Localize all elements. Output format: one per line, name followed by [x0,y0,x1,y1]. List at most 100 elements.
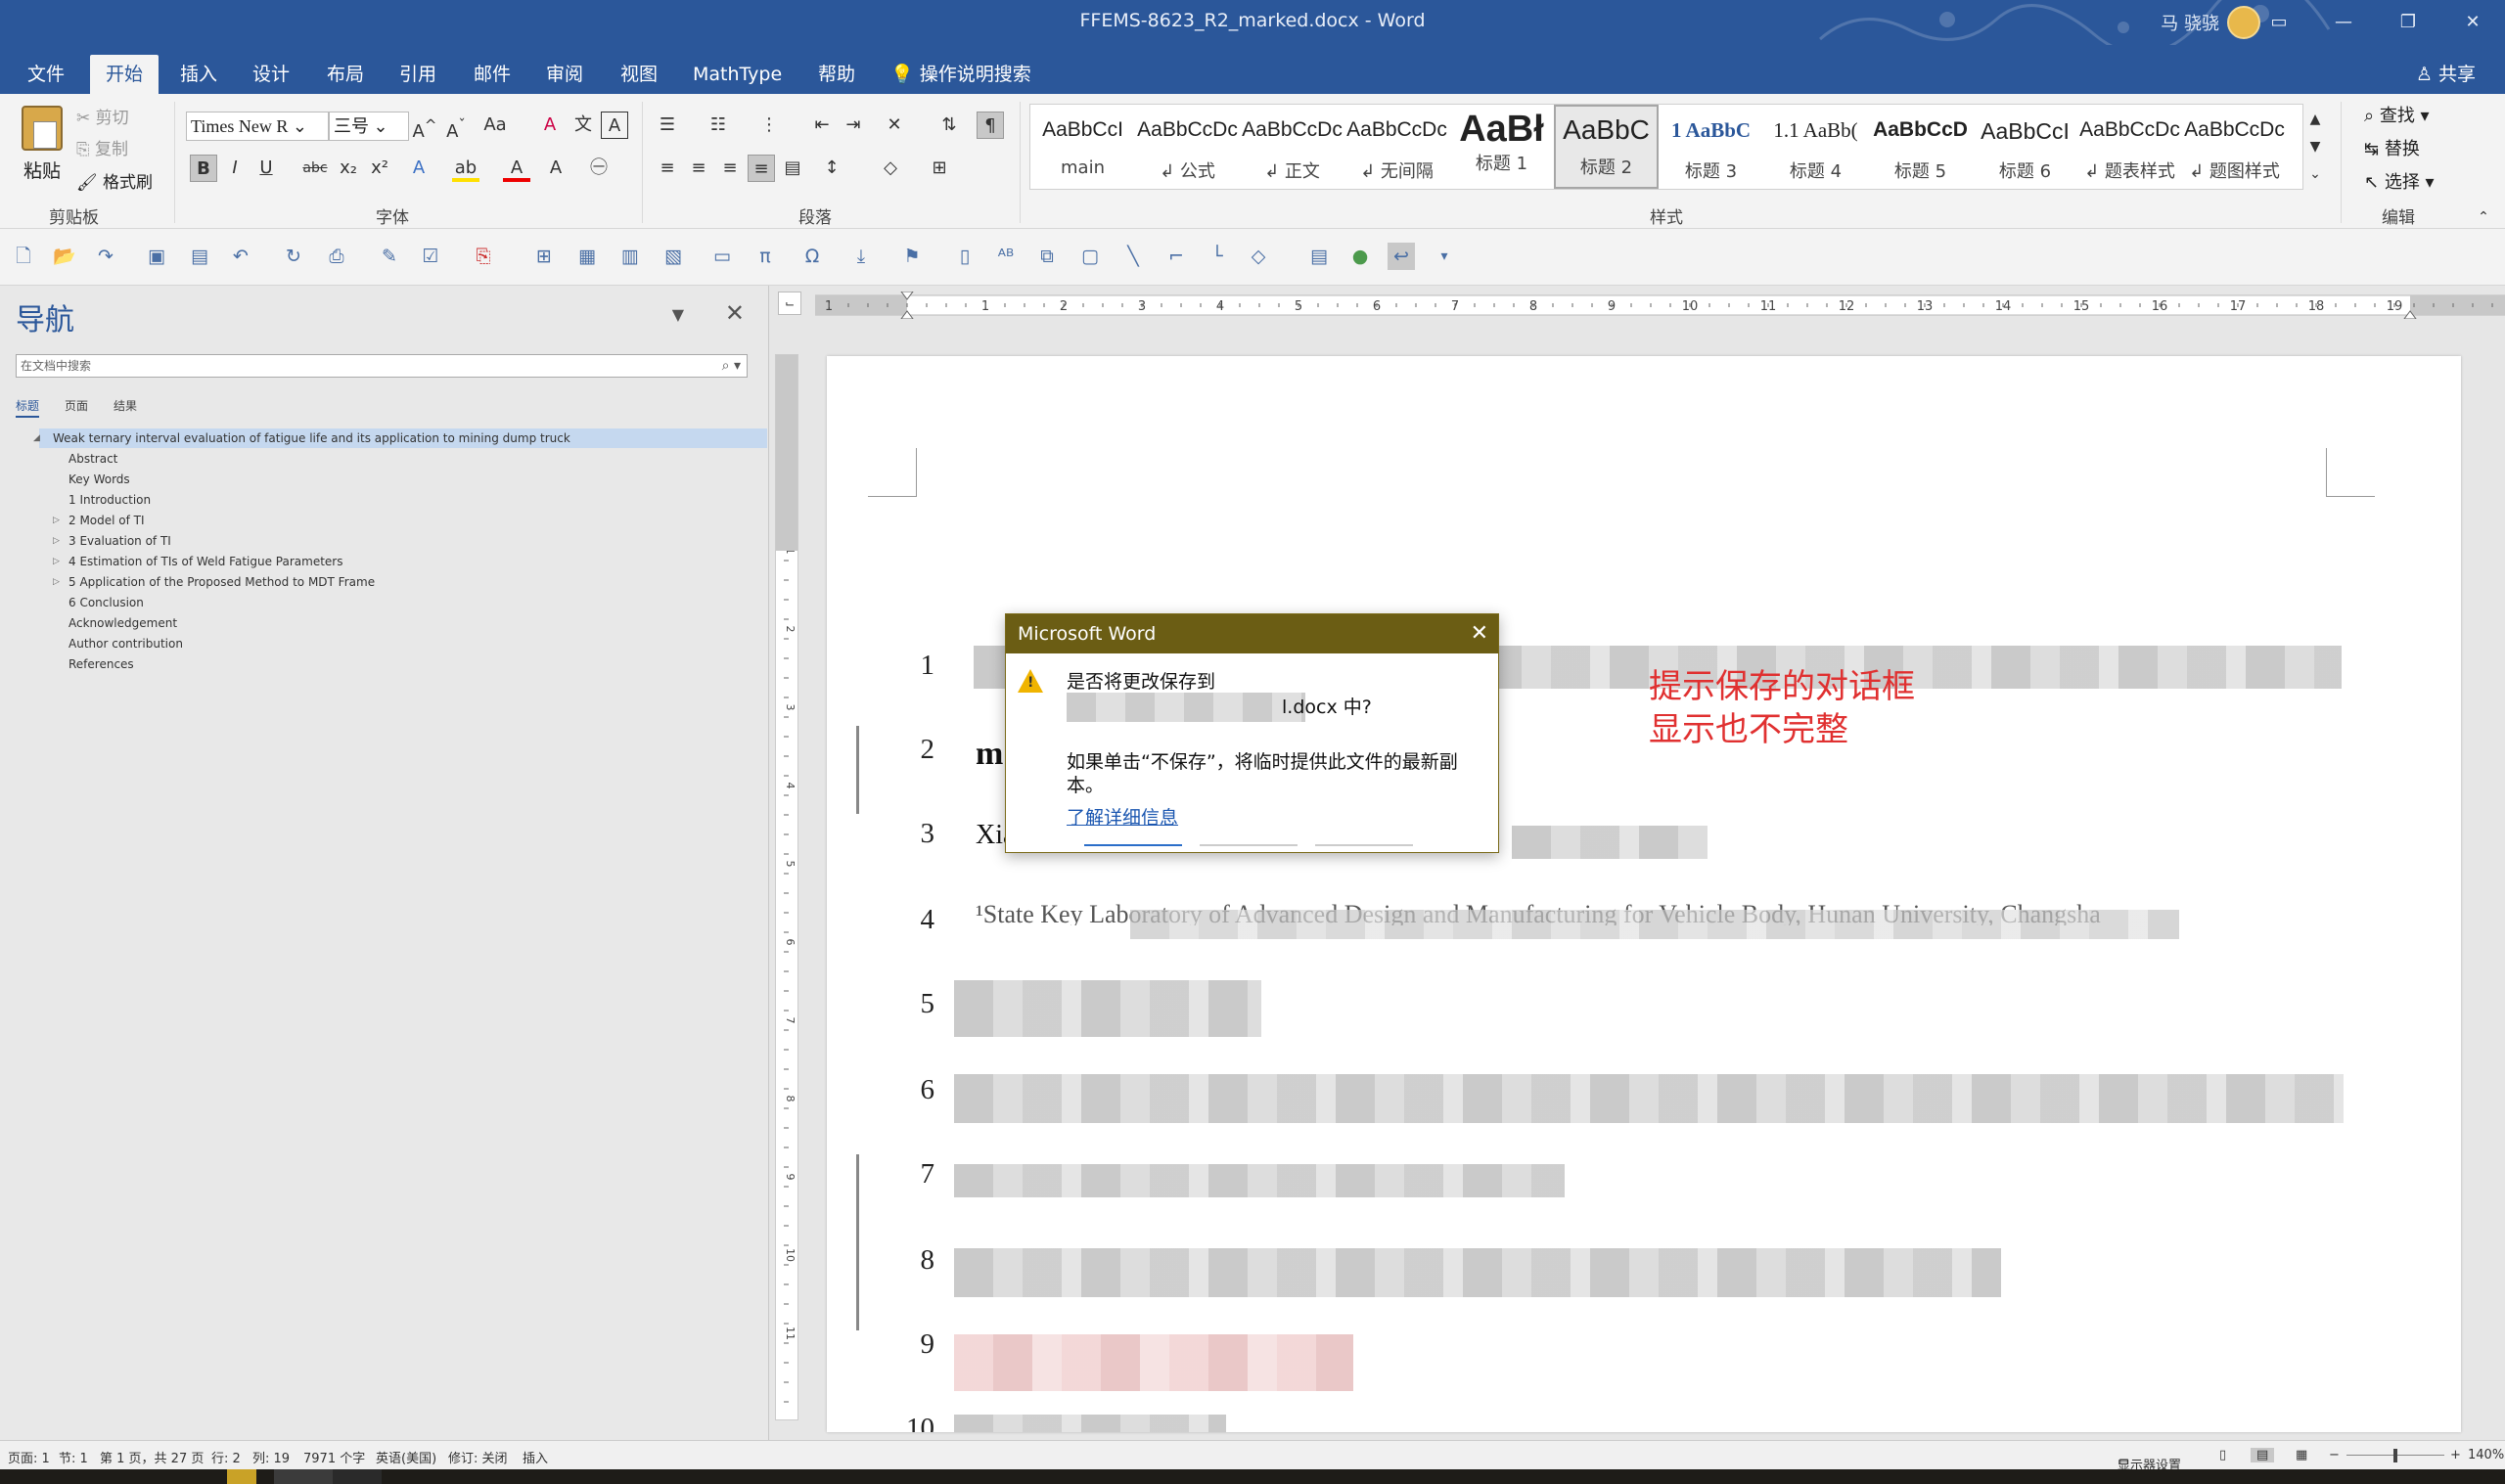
text-effects-icon[interactable]: A [405,155,433,182]
nav-heading-item[interactable]: ◢ Weak ternary interval evaluation of fat… [33,428,767,448]
replace-button[interactable]: ↹ 替换 [2364,135,2420,160]
shapes-icon[interactable]: ◇ [1245,243,1272,270]
style-item[interactable]: AaBł 标题 1 [1449,105,1554,189]
minimize-button[interactable]: — [2321,0,2366,45]
dialog-close-icon[interactable]: ✕ [1471,614,1488,653]
textbox-icon[interactable]: ▭ [708,243,736,270]
style-item-selected[interactable]: AaBbC 标题 2 [1554,105,1659,189]
dialog-save-button-clipped[interactable] [1084,844,1182,854]
bullets-icon[interactable]: ☰ [654,112,681,139]
document-page[interactable]: 1 2 3 4 5 6 7 8 9 10 m Xia ¹State Key La… [827,356,2461,1432]
status-column[interactable]: 列: 19 [252,1448,290,1466]
elbow-icon[interactable]: └ [1204,243,1231,270]
nav-tab-results[interactable]: 结果 [114,397,137,414]
char-shading-icon[interactable]: A [542,155,569,182]
learn-more-link[interactable]: 了解详细信息 [1067,803,1178,830]
insert-table-icon[interactable]: ▦ [573,243,601,270]
tab-mailings[interactable]: 邮件 [458,55,526,94]
style-item[interactable]: AaBbCcDc ↲ 题图样式 [2182,105,2287,189]
nav-heading-item[interactable]: 6 Conclusion [39,593,767,612]
tab-layout[interactable]: 布局 [311,55,380,94]
nav-tab-pages[interactable]: 页面 [65,397,88,414]
style-item[interactable]: AaBbCcDc ↲ 公式 [1135,105,1240,189]
select-button[interactable]: ↖ 选择 ▾ [2364,168,2435,194]
column-icon[interactable]: ▧ [660,243,687,270]
taskbar-item[interactable] [227,1469,256,1484]
style-item[interactable]: AaBbCcD 标题 5 [1868,105,1973,189]
align-left-icon[interactable]: ≡ [654,155,681,182]
nav-heading-item[interactable]: References [39,654,767,674]
tab-design[interactable]: 设计 [237,55,305,94]
nav-heading-item[interactable]: Author contribution [39,634,767,653]
nav-tab-headings[interactable]: 标题 [16,397,40,418]
nav-heading-item[interactable]: 1 Introduction [39,490,767,510]
asian-layout-icon[interactable]: ✕ [881,112,908,139]
new-doc-icon[interactable]: 🗋 [10,243,37,270]
line-spacing-icon[interactable]: ↕ [818,155,845,182]
underline-button[interactable]: U [252,155,280,182]
tab-view[interactable]: 视图 [605,55,673,94]
status-page[interactable]: 页面: 1 [8,1448,50,1466]
font-size-select[interactable]: 三号 ⌄ [329,112,409,141]
status-section[interactable]: 节: 1 [59,1448,88,1466]
nav-heading-item[interactable]: ▷ 2 Model of TI [39,511,767,530]
search-icon[interactable]: ⌕ ▾ [722,355,741,377]
font-name-select[interactable]: Times New R ⌄ [186,112,329,141]
shrink-font-icon[interactable]: Aˇ [442,112,470,142]
styles-scroll-down-icon[interactable]: ▼ [2301,133,2329,160]
horizontal-ruler[interactable]: 2112345678910111213141516171819 [815,292,2505,319]
paste-special-icon[interactable]: ▣ [143,243,170,270]
grow-font-icon[interactable]: A^ [411,112,438,142]
symbol-icon[interactable]: Ω [798,243,826,270]
format-painter-button[interactable]: 🖌 格式刷 [76,168,153,193]
superscript-button[interactable]: x² [366,155,393,182]
borders-icon[interactable]: ⊞ [926,155,953,182]
cut-button[interactable]: ✂ 剪切 [76,104,129,128]
read-mode-icon[interactable]: ▯ [2219,1448,2226,1462]
style-item[interactable]: AaBbCcI main [1030,105,1135,189]
style-item[interactable]: AaBbCcDc ↲ 题表样式 [2077,105,2182,189]
multilevel-list-icon[interactable]: ⋮ [755,112,783,139]
zoom-out-icon[interactable]: − [2329,1448,2340,1462]
vertical-ruler[interactable]: 211234567891011 [775,354,798,1420]
pdf-icon[interactable]: ⎘ [470,243,497,270]
track-changes-icon[interactable]: ↩ [1388,243,1415,270]
tab-home[interactable]: 开始 [90,55,159,94]
edit-doc-icon[interactable]: ✎ [376,243,403,270]
status-page-count[interactable]: 第 1 页，共 27 页 [100,1448,204,1466]
tab-selector-icon[interactable]: ⌙ [778,292,801,315]
align-right-icon[interactable]: ≡ [716,155,744,182]
nav-search-input[interactable]: 在文档中搜索 ⌕ ▾ [16,354,748,378]
dialog-dontsave-button-clipped[interactable] [1200,844,1298,854]
undo-icon[interactable]: ↶ [227,243,254,270]
doc-view-icon[interactable]: ▯ [951,243,979,270]
status-word-count[interactable]: 7971 个字 [303,1448,365,1466]
expand-triangle-icon[interactable]: ▷ [53,572,60,592]
nav-heading-item[interactable]: ▷ 5 Application of the Proposed Method to… [39,572,767,592]
line-icon[interactable]: ╲ [1119,243,1147,270]
change-case-icon[interactable]: Aa [481,112,509,139]
row-icon[interactable]: ▥ [616,243,644,270]
phonetic-guide-icon[interactable]: 文 [569,112,597,139]
open-icon[interactable]: 📂 [51,243,78,270]
numbering-icon[interactable]: ☷ [705,112,732,139]
status-row[interactable]: 行: 2 [211,1448,241,1466]
styles-scroll-up-icon[interactable]: ▲ [2301,106,2329,133]
customize-toolbar-icon[interactable]: ▾ [1431,243,1458,270]
nav-heading-item[interactable]: Key Words [39,470,767,489]
web-layout-icon[interactable]: ▦ [2296,1448,2307,1462]
font-color-icon[interactable]: A [503,155,530,182]
connector-icon[interactable]: ⌐ [1162,243,1190,270]
nav-heading-item[interactable]: ▷ 3 Evaluation of TI [39,531,767,551]
page-break-icon[interactable]: ⤓ [847,243,875,270]
highlight-icon[interactable]: ab [452,155,479,182]
nav-heading-item[interactable]: Abstract [39,449,767,469]
subscript-button[interactable]: x₂ [335,155,362,182]
nav-close-icon[interactable]: ✕ [725,299,745,327]
styles-more-icon[interactable]: ⌄ [2301,160,2329,188]
taskbar-item[interactable] [274,1469,333,1484]
spelling-icon[interactable]: ᴬᴮ [992,243,1020,270]
zoom-in-icon[interactable]: + [2450,1448,2461,1462]
taskbar-item[interactable] [333,1469,382,1484]
expand-triangle-icon[interactable]: ▷ [53,552,60,571]
